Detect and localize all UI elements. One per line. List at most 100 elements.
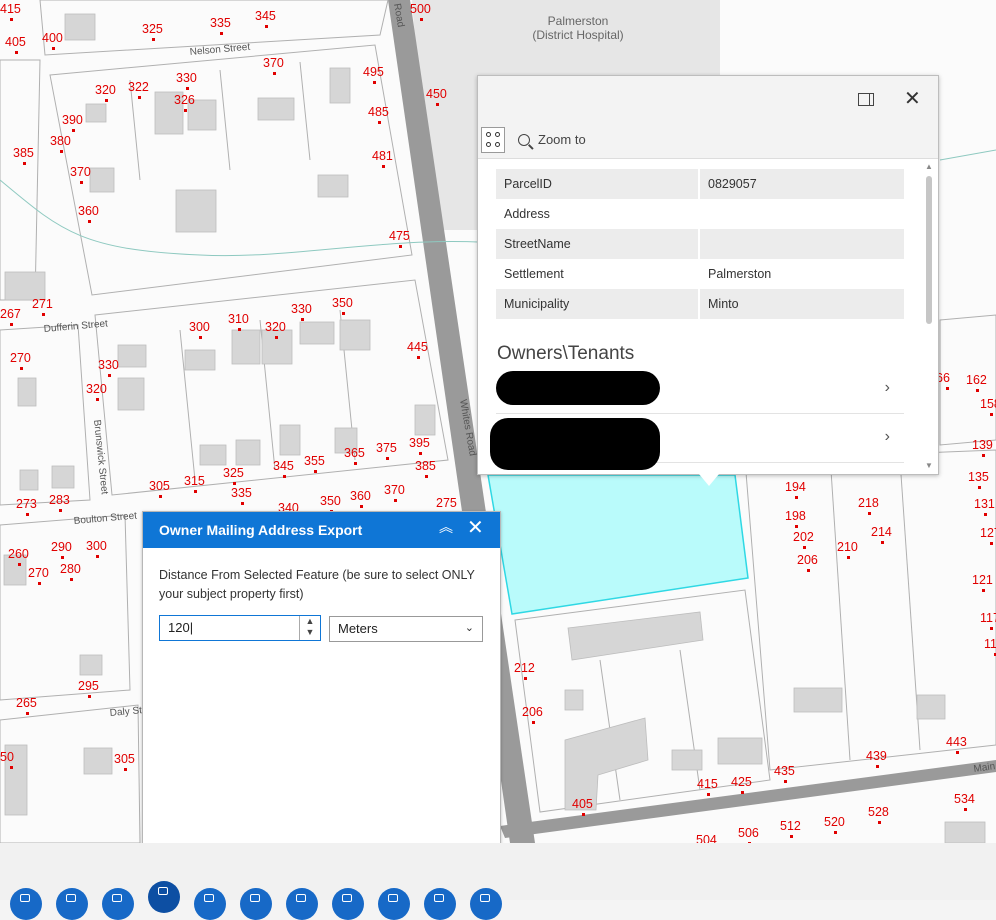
address-point bbox=[795, 525, 798, 528]
address-label: 504 bbox=[696, 833, 717, 843]
address-point bbox=[199, 336, 202, 339]
address-point bbox=[10, 766, 13, 769]
address-label: 295 bbox=[78, 679, 99, 693]
address-point bbox=[360, 505, 363, 508]
redaction-mark bbox=[490, 418, 660, 470]
address-point bbox=[152, 38, 155, 41]
close-icon[interactable]: ✕ bbox=[904, 88, 921, 110]
address-label: 326 bbox=[174, 93, 195, 107]
address-point bbox=[60, 150, 63, 153]
bottom-toolbar bbox=[0, 843, 996, 920]
address-label: 214 bbox=[871, 525, 892, 539]
scroll-up-icon[interactable]: ▲ bbox=[925, 162, 933, 171]
owner-mailing-export-widget[interactable]: Owner Mailing Address Export ︽ ✕ Distanc… bbox=[142, 511, 501, 870]
address-point bbox=[59, 509, 62, 512]
address-label: 121 bbox=[972, 573, 993, 587]
toolbar-button[interactable] bbox=[194, 888, 226, 920]
address-label: 320 bbox=[86, 382, 107, 396]
distance-input[interactable]: 120| ▲ ▼ bbox=[159, 615, 321, 641]
toolbar-button[interactable] bbox=[240, 888, 272, 920]
address-label: 275 bbox=[436, 496, 457, 510]
scroll-thumb[interactable] bbox=[926, 176, 932, 324]
unit-select[interactable]: Meters ⌄ bbox=[329, 616, 483, 642]
menu-icon[interactable] bbox=[481, 127, 505, 153]
address-point bbox=[420, 18, 423, 21]
address-label: 390 bbox=[62, 113, 83, 127]
address-point bbox=[273, 72, 276, 75]
attribute-value: 0829057 bbox=[699, 169, 904, 199]
address-point bbox=[220, 32, 223, 35]
address-label: 283 bbox=[49, 493, 70, 507]
address-label: 330 bbox=[98, 358, 119, 372]
address-label: 310 bbox=[228, 312, 249, 326]
address-label: 206 bbox=[522, 705, 543, 719]
owner-list-item[interactable]: › bbox=[490, 414, 904, 470]
address-point bbox=[386, 457, 389, 460]
dock-icon[interactable] bbox=[858, 93, 874, 106]
selected-parcel[interactable] bbox=[487, 474, 749, 615]
address-point bbox=[803, 546, 806, 549]
address-point bbox=[399, 245, 402, 248]
toolbar-button[interactable] bbox=[332, 888, 364, 920]
address-point bbox=[96, 555, 99, 558]
address-point bbox=[105, 99, 108, 102]
address-label: 270 bbox=[10, 351, 31, 365]
collapse-icon[interactable]: ︽ bbox=[439, 520, 453, 534]
feature-popup[interactable]: ✕ Zoom to ParcelID 0829057 Address Street… bbox=[477, 75, 939, 486]
address-label: 325 bbox=[142, 22, 163, 36]
address-label: 425 bbox=[731, 775, 752, 789]
chevron-right-icon[interactable]: › bbox=[885, 428, 890, 446]
attribute-value bbox=[699, 229, 904, 259]
address-point bbox=[532, 721, 535, 724]
address-point bbox=[946, 387, 949, 390]
address-label: 198 bbox=[785, 509, 806, 523]
chevron-right-icon[interactable]: › bbox=[885, 379, 890, 397]
address-point bbox=[881, 541, 884, 544]
address-label: 135 bbox=[968, 470, 989, 484]
address-label: 305 bbox=[114, 752, 135, 766]
popup-scrollbar[interactable]: ▲ ▼ bbox=[924, 162, 934, 470]
address-point bbox=[964, 808, 967, 811]
zoom-to-button[interactable]: Zoom to bbox=[518, 132, 586, 147]
attribute-key: Settlement bbox=[496, 259, 700, 289]
address-label: 315 bbox=[184, 474, 205, 488]
owners-section-title: Owners\Tenants bbox=[497, 343, 635, 364]
popup-content: ParcelID 0829057 Address StreetName Settl… bbox=[490, 169, 904, 470]
hospital-label: (District Hospital) bbox=[532, 28, 623, 42]
toolbar-button[interactable] bbox=[102, 888, 134, 920]
scroll-down-icon[interactable]: ▼ bbox=[925, 461, 933, 470]
address-label: 330 bbox=[291, 302, 312, 316]
owner-list-item[interactable]: › bbox=[496, 365, 904, 414]
address-point bbox=[194, 490, 197, 493]
toolbar-button[interactable] bbox=[378, 888, 410, 920]
popup-pointer bbox=[699, 474, 719, 486]
address-label: 370 bbox=[263, 56, 284, 70]
address-label: 512 bbox=[780, 819, 801, 833]
close-icon[interactable]: ✕ bbox=[467, 518, 484, 538]
address-label: 335 bbox=[210, 16, 231, 30]
address-label: 395 bbox=[409, 436, 430, 450]
address-label: 265 bbox=[16, 696, 37, 710]
road-label: Dufferin Street bbox=[43, 318, 108, 335]
toolbar-button[interactable] bbox=[424, 888, 456, 920]
address-label: 210 bbox=[837, 540, 858, 554]
toolbar-button-active[interactable] bbox=[148, 881, 180, 913]
number-stepper[interactable]: ▲ ▼ bbox=[299, 616, 320, 640]
address-point bbox=[784, 780, 787, 783]
address-label: 385 bbox=[13, 146, 34, 160]
attribute-row: StreetName bbox=[496, 229, 904, 259]
address-label: 117 bbox=[980, 611, 996, 625]
road-label: Nelson Street bbox=[189, 42, 251, 58]
toolbar-button[interactable] bbox=[10, 888, 42, 920]
road-label: Daly St bbox=[109, 705, 142, 719]
address-point bbox=[354, 462, 357, 465]
address-label: 506 bbox=[738, 826, 759, 840]
address-point bbox=[425, 475, 428, 478]
toolbar-button[interactable] bbox=[470, 888, 502, 920]
address-label: 443 bbox=[946, 735, 967, 749]
toolbar-button[interactable] bbox=[286, 888, 318, 920]
zoom-to-label: Zoom to bbox=[538, 132, 586, 147]
address-label: 375 bbox=[376, 441, 397, 455]
toolbar-button[interactable] bbox=[56, 888, 88, 920]
attribute-row: Settlement Palmerston bbox=[496, 259, 904, 289]
